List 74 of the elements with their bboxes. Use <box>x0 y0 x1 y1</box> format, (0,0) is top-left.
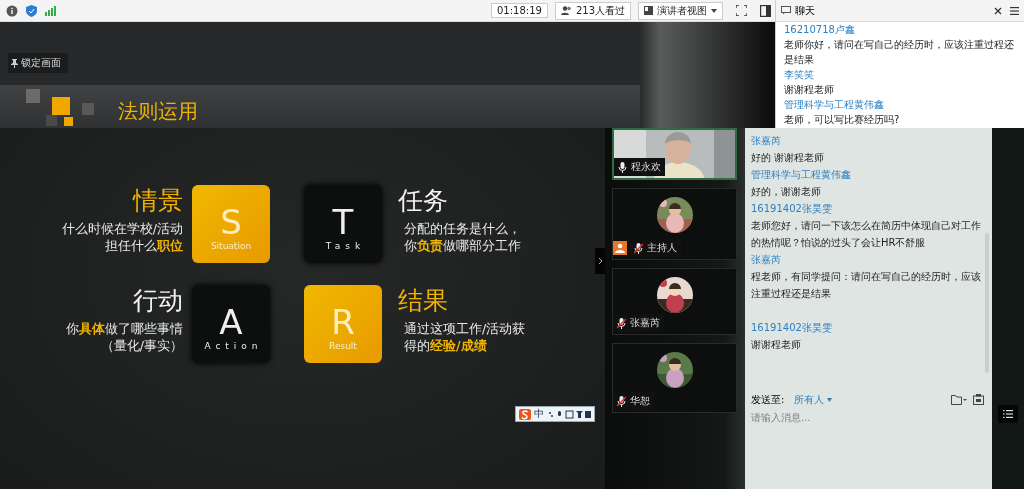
message-sender: 张嘉芮 <box>751 253 782 267</box>
participant-tile[interactable]: 主持人 <box>612 188 737 260</box>
message-sender: 张嘉芮 <box>751 134 782 148</box>
message-sender: 李笑笑 <box>784 68 815 82</box>
message-text: 谢谢程老师 <box>784 83 835 97</box>
quadrant-description: 担任什么职位 <box>105 237 183 254</box>
muted-microphone-icon[interactable] <box>617 395 626 407</box>
lock-screen-button[interactable]: 锁定画面 <box>8 53 68 73</box>
quadrant-heading: 结果 <box>398 285 448 317</box>
quadrant-description: 什么时候在学校/活动 <box>61 220 183 237</box>
quadrant-description: 你负责做哪部分工作 <box>403 237 521 254</box>
send-to-label: 发送至: <box>751 393 785 407</box>
letter-tile: R Result <box>304 285 382 363</box>
message-sender: 16191402张昊雯 <box>751 202 833 216</box>
message-text: 程老师，有同学提问：请问在写自己的经历时，应该注重过程还是结果 <box>751 270 982 301</box>
screenshot-icon[interactable] <box>973 394 984 405</box>
slide-title: 法则运用 <box>118 98 198 125</box>
expand-handle[interactable] <box>595 248 605 274</box>
elapsed-time: 01:18:19 <box>491 3 548 18</box>
quadrant-heading: 任务 <box>398 185 448 217</box>
list-menu-icon[interactable] <box>998 405 1018 423</box>
message-text: 老师你好，请问在写自己的经历时，应该注重过程还是结果 <box>784 38 1015 67</box>
message-text: 谢谢程老师 <box>751 338 802 352</box>
participant-name: 华恕 <box>630 394 650 408</box>
view-mode-dropdown[interactable]: 演讲者视图 <box>638 1 723 20</box>
message-sender: 16191402张昊雯 <box>751 321 833 335</box>
presenter-view-icon <box>644 6 653 15</box>
participant-name: 张嘉芮 <box>630 316 660 330</box>
info-icon[interactable] <box>6 4 18 17</box>
people-icon <box>560 6 572 15</box>
close-icon[interactable] <box>994 6 1002 15</box>
message-text: 好的 谢谢程老师 <box>751 151 826 165</box>
ime-toolbar[interactable]: 中 <box>515 406 595 422</box>
viewer-count: 213人看过 <box>554 1 631 20</box>
quadrant-description: 你具体做了哪些事情 <box>66 320 183 337</box>
chat-icon <box>781 6 791 15</box>
letter-tile: T Task <box>304 185 382 263</box>
muted-microphone-icon[interactable] <box>634 242 643 254</box>
quadrant-heading: 行动 <box>133 285 183 317</box>
recipient-dropdown[interactable]: 所有人 <box>794 391 833 408</box>
caret-icon <box>711 8 717 13</box>
ime-tools-icon <box>547 409 591 419</box>
participant-tile[interactable]: 程永欢 <box>612 128 737 180</box>
fullscreen-icon[interactable] <box>736 5 747 16</box>
pin-icon <box>11 58 18 68</box>
quadrant-description: 通过这项工作/活动获 <box>403 320 526 337</box>
quadrant-description: 得的经验/成绩 <box>403 337 487 354</box>
message-text: 好的，谢谢老师 <box>751 185 822 199</box>
quadrant-description: 分配的任务是什么， <box>403 220 521 237</box>
participant-tile[interactable]: 张嘉芮 <box>612 268 737 335</box>
muted-microphone-icon[interactable] <box>617 317 626 329</box>
folder-icon[interactable] <box>951 394 967 405</box>
sogou-logo-icon <box>519 408 531 420</box>
message-sender: 管理科学与工程黄伟鑫 <box>784 98 885 112</box>
caret-icon <box>827 397 833 402</box>
participant-tile[interactable]: 华恕 <box>612 343 737 413</box>
quadrant-heading: 情景 <box>133 185 183 217</box>
menu-icon[interactable] <box>1010 6 1019 15</box>
message-input[interactable]: 请输入消息... <box>751 412 951 423</box>
participant-name: 程永欢 <box>631 160 661 174</box>
message-sender: 管理科学与工程黄伟鑫 <box>751 168 852 182</box>
letter-tile: S Situation <box>192 185 270 263</box>
message-text: 老师，可以写比赛经历吗? <box>784 113 901 127</box>
participant-name: 主持人 <box>647 241 677 255</box>
chat-window-title: 聊天 <box>795 3 815 18</box>
letter-tile: A Action <box>192 285 270 363</box>
panel-icon[interactable] <box>760 4 771 17</box>
signal-icon <box>45 5 56 16</box>
input-mode-label: 中 <box>534 407 544 421</box>
shield-icon[interactable] <box>26 4 37 17</box>
message-sender: 16210718卢鑫 <box>784 23 856 37</box>
microphone-icon[interactable] <box>618 161 627 173</box>
message-text: 老师您好，请问一下该怎么在简历中体现自己对工作的热情呢？怕说的过头了会让HR不舒服 <box>751 219 982 250</box>
quadrant-description: （量化/事实） <box>100 337 183 354</box>
